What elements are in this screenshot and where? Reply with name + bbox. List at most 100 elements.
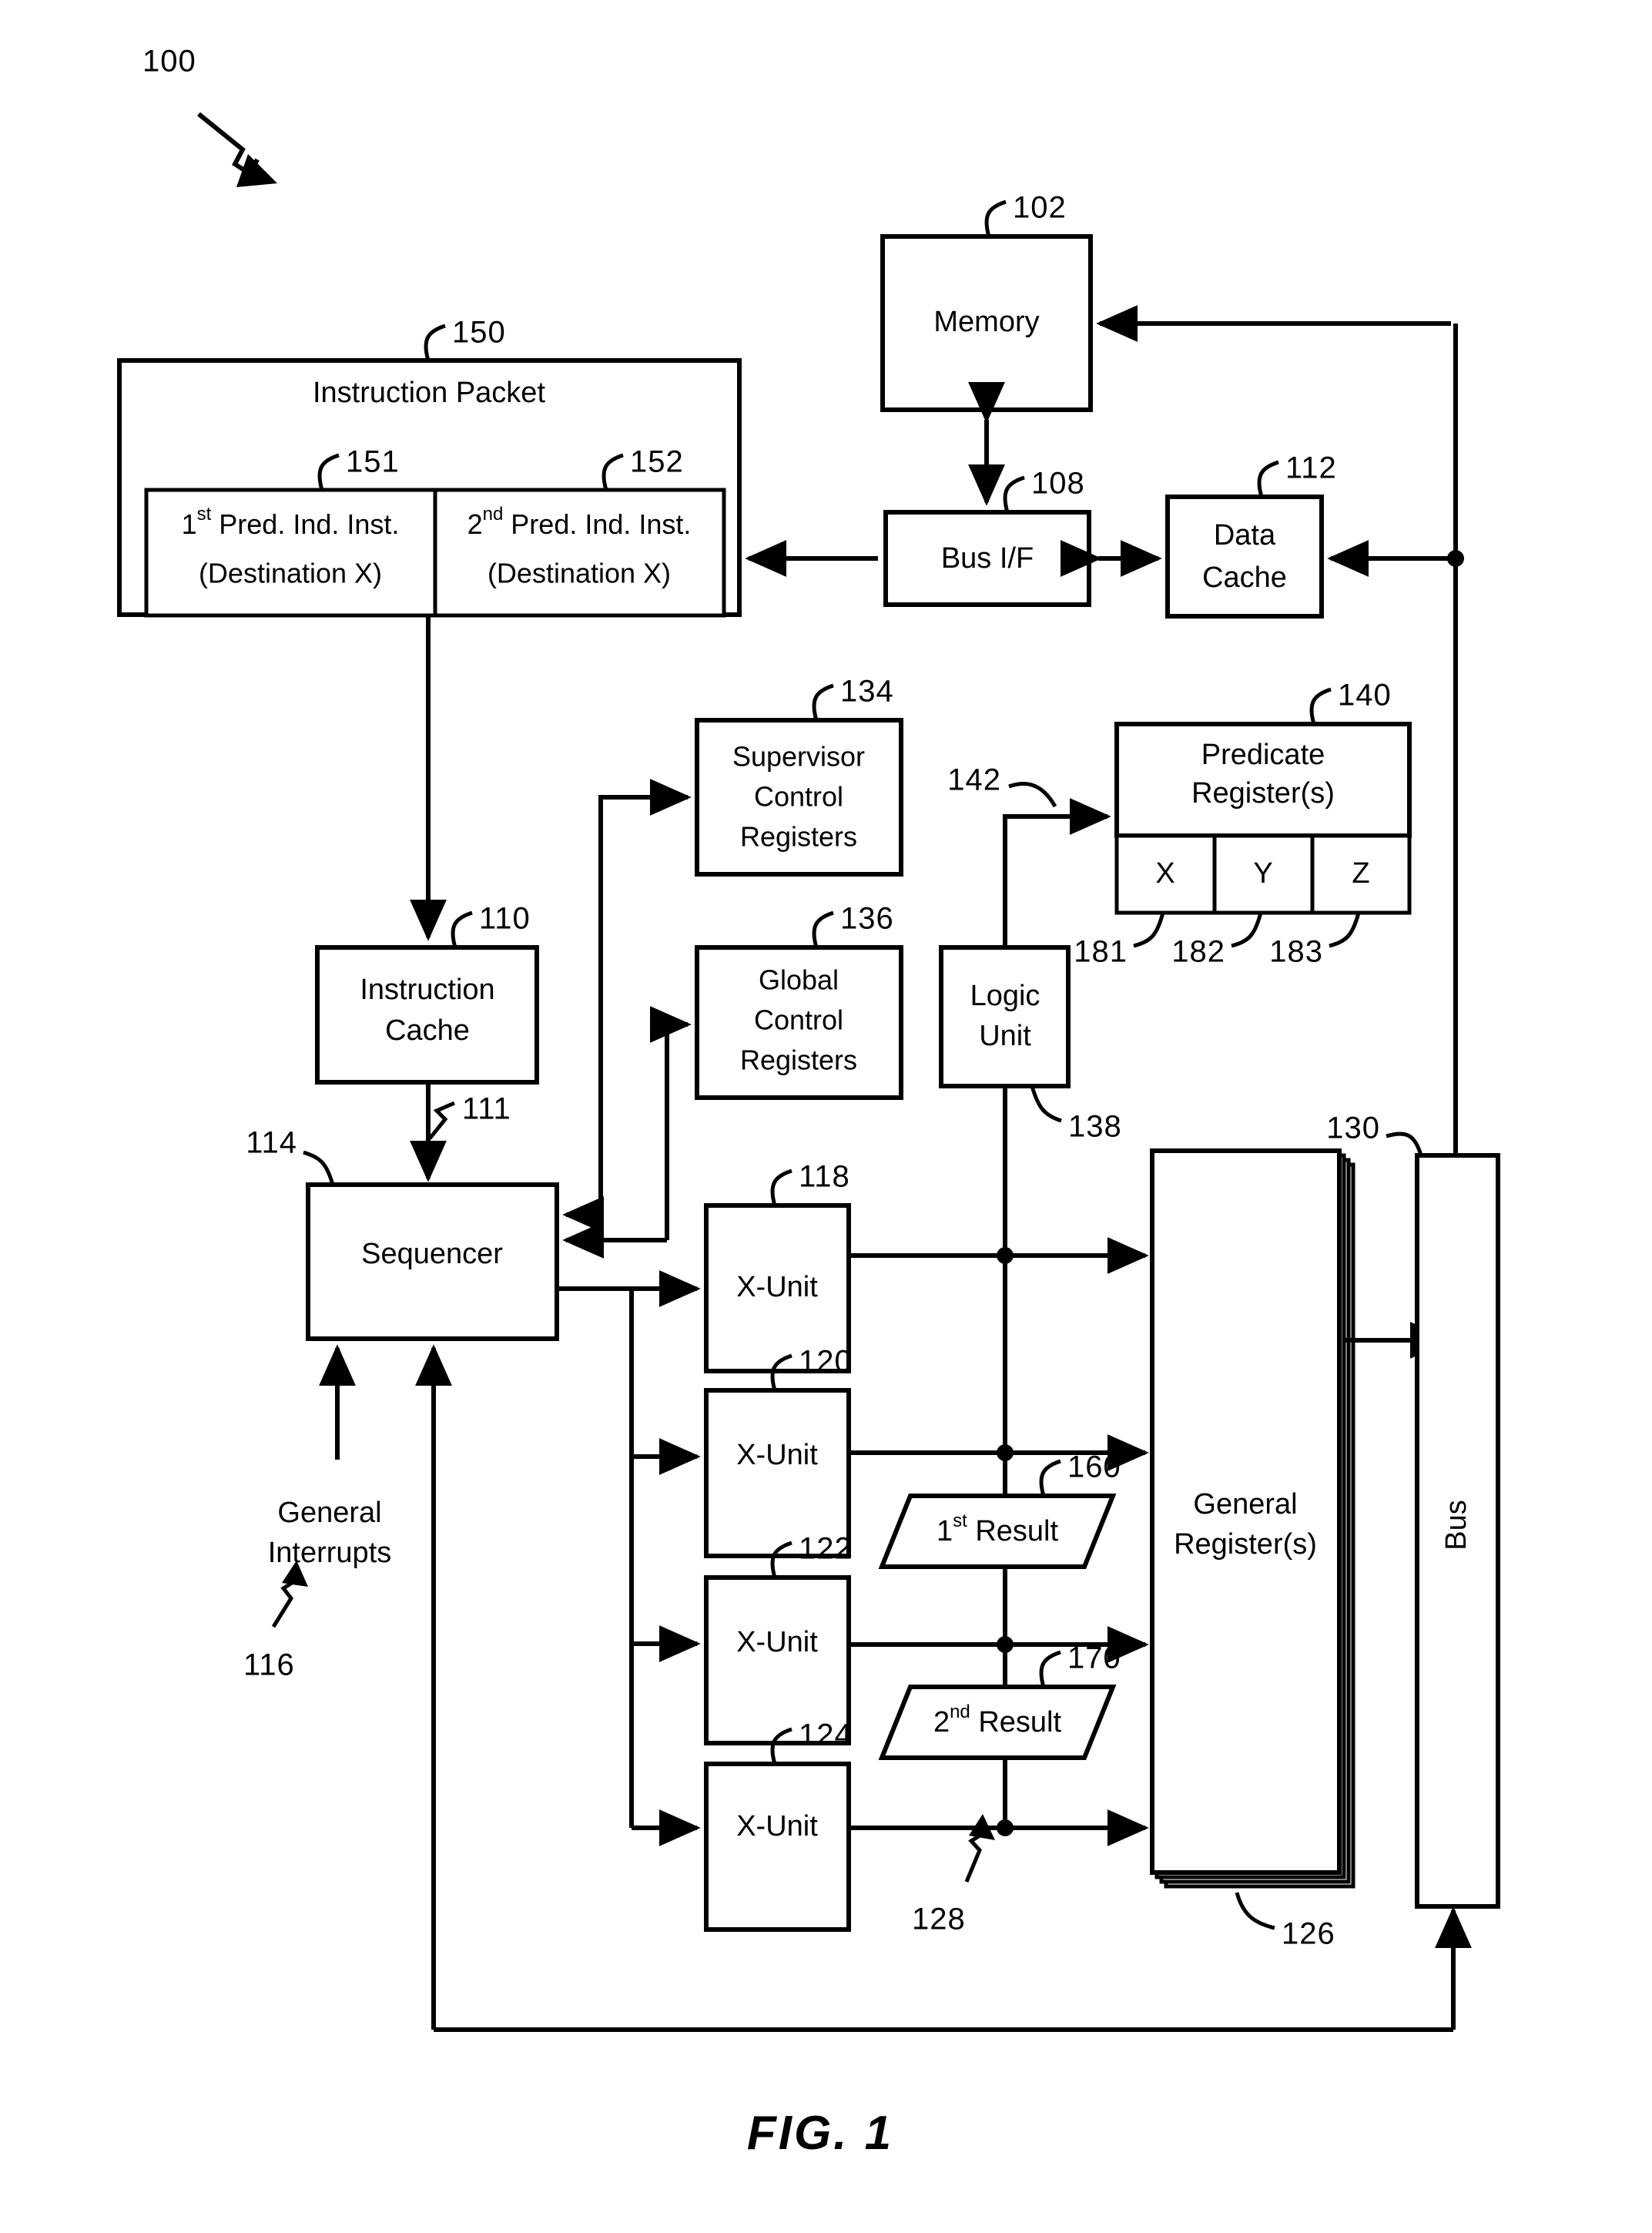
ref-130: 130 (1326, 1111, 1380, 1145)
ref-152: 152 (630, 445, 684, 479)
bus-block: Bus (1415, 1153, 1500, 1909)
figure-caption: FIG. 1 (747, 2107, 893, 2160)
ref-111: 111 (462, 1092, 511, 1126)
logic-unit-line1: Logic (970, 980, 1040, 1012)
ref-182: 182 (1171, 935, 1225, 969)
ref-160: 160 (1067, 1450, 1121, 1484)
predicate-registers-line1: Predicate (1201, 739, 1325, 771)
ref-116: 116 (243, 1648, 295, 1682)
ref-108: 108 (1031, 467, 1085, 501)
general-registers-block: General Register(s) (1150, 1148, 1355, 1889)
leader-183: 183 (1269, 912, 1361, 969)
system-ref-label: 100 (142, 45, 196, 79)
supervisor-control-registers-block: Supervisor Control Registers (695, 718, 903, 877)
system-ref-leader (197, 112, 277, 187)
leader-150: 150 (424, 316, 506, 361)
leader-102: 102 (984, 191, 1067, 237)
xunit-input-bus (557, 1270, 701, 1846)
sequencer-block: Sequencer (306, 1182, 559, 1341)
ref-150: 150 (452, 316, 506, 350)
global-ctrl-line3: Registers (740, 1044, 857, 1076)
ref-112: 112 (1285, 451, 1337, 485)
leader-118: 118 (770, 1160, 850, 1206)
connector-sequencer-supervisor-cr (598, 779, 692, 1215)
predicate-cell-y-label: Y (1253, 857, 1272, 890)
leader-142: 142 (947, 763, 1057, 808)
leader-136: 136 (812, 902, 894, 948)
general-registers-line2: Register(s) (1174, 1528, 1317, 1561)
ref-120: 120 (799, 1345, 853, 1379)
leader-110: 110 (451, 902, 531, 948)
predicate-registers-line2: Register(s) (1191, 777, 1335, 810)
ref-181: 181 (1074, 935, 1128, 969)
data-cache-line1: Data (1214, 519, 1276, 552)
ref-183: 183 (1269, 935, 1323, 969)
ref-102: 102 (1013, 191, 1067, 225)
ref-122: 122 (799, 1532, 853, 1566)
leader-116: 116 (243, 1561, 308, 1682)
global-ctrl-line1: Global (759, 964, 839, 996)
memory-label: Memory (933, 306, 1039, 338)
ref-114: 114 (246, 1126, 297, 1160)
memory-block: Memory (880, 234, 1093, 412)
global-control-registers-block: Global Control Registers (695, 945, 903, 1100)
leader-138: 138 (1030, 1085, 1122, 1144)
first-pred-instruction-block: 1st Pred. Ind. Inst. (Destination X) (144, 488, 437, 618)
logic-unit-line2: Unit (979, 1020, 1031, 1052)
logic-unit-block: Logic Unit (939, 945, 1071, 1088)
ref-110: 110 (479, 902, 531, 936)
leader-170: 170 (1039, 1641, 1121, 1688)
leader-160: 160 (1039, 1450, 1121, 1497)
connector-sequencer-global-cr (649, 1006, 692, 1240)
second-pred-instruction-block: 2nd Pred. Ind. Inst. (Destination X) (433, 488, 726, 618)
predicate-cell-x-label: X (1155, 857, 1174, 890)
leader-108: 108 (1003, 467, 1085, 513)
ref-128: 128 (912, 1903, 966, 1936)
instruction-cache-line2: Cache (385, 1014, 470, 1047)
supervisor-ctrl-line1: Supervisor (732, 741, 865, 773)
general-interrupts-line2: Interrupts (268, 1537, 392, 1569)
leader-128: 128 (912, 1814, 995, 1936)
supervisor-ctrl-line3: Registers (740, 821, 857, 853)
ref-118: 118 (799, 1160, 850, 1194)
first-result-shape: 1st Result (878, 1494, 1117, 1569)
leader-114: 114 (246, 1126, 335, 1185)
instruction-cache-line1: Instruction (360, 974, 494, 1006)
data-cache-block: Data Cache (1165, 495, 1324, 619)
second-result-shape: 2nd Result (878, 1685, 1117, 1760)
ref-126: 126 (1282, 1917, 1335, 1951)
ref-138: 138 (1068, 1110, 1122, 1144)
leader-111: 111 (428, 1092, 511, 1140)
bus-if-block: Bus I/F (883, 510, 1091, 607)
first-instruction-line1: 1st Pred. Ind. Inst. (182, 504, 400, 539)
patent-figure-page: 100 Instruction Packet 150 1st Pred. Ind… (0, 0, 1652, 2233)
x-unit-120-label: X-Unit (736, 1439, 818, 1471)
instruction-cache-block: Instruction Cache (315, 945, 539, 1085)
leader-181: 181 (1074, 912, 1165, 969)
ref-151: 151 (346, 445, 400, 479)
ref-140: 140 (1338, 679, 1392, 712)
x-unit-124-label: X-Unit (736, 1810, 818, 1842)
global-ctrl-line2: Control (754, 1004, 843, 1036)
ref-170: 170 (1067, 1641, 1121, 1675)
general-interrupts-line1: General (277, 1497, 381, 1529)
ref-134: 134 (840, 675, 894, 709)
first-instruction-line2: (Destination X) (199, 558, 382, 589)
leader-182: 182 (1171, 912, 1263, 969)
x-unit-118-label: X-Unit (736, 1271, 818, 1303)
leader-112: 112 (1257, 451, 1337, 498)
supervisor-ctrl-line2: Control (754, 781, 843, 813)
x-unit-124-block: X-Unit (704, 1762, 851, 1932)
second-instruction-line2: (Destination X) (488, 558, 671, 589)
predicate-cell-z-label: Z (1352, 857, 1369, 890)
general-registers-line1: General (1193, 1488, 1297, 1521)
ref-124: 124 (799, 1718, 853, 1752)
instruction-packet-label: Instruction Packet (313, 377, 545, 409)
ref-136: 136 (840, 902, 894, 936)
leader-134: 134 (812, 675, 894, 721)
x-unit-122-label: X-Unit (736, 1626, 818, 1658)
data-cache-line2: Cache (1202, 562, 1287, 594)
sequencer-label: Sequencer (361, 1238, 503, 1270)
leader-126: 126 (1235, 1892, 1335, 1951)
leader-140: 140 (1309, 679, 1392, 725)
